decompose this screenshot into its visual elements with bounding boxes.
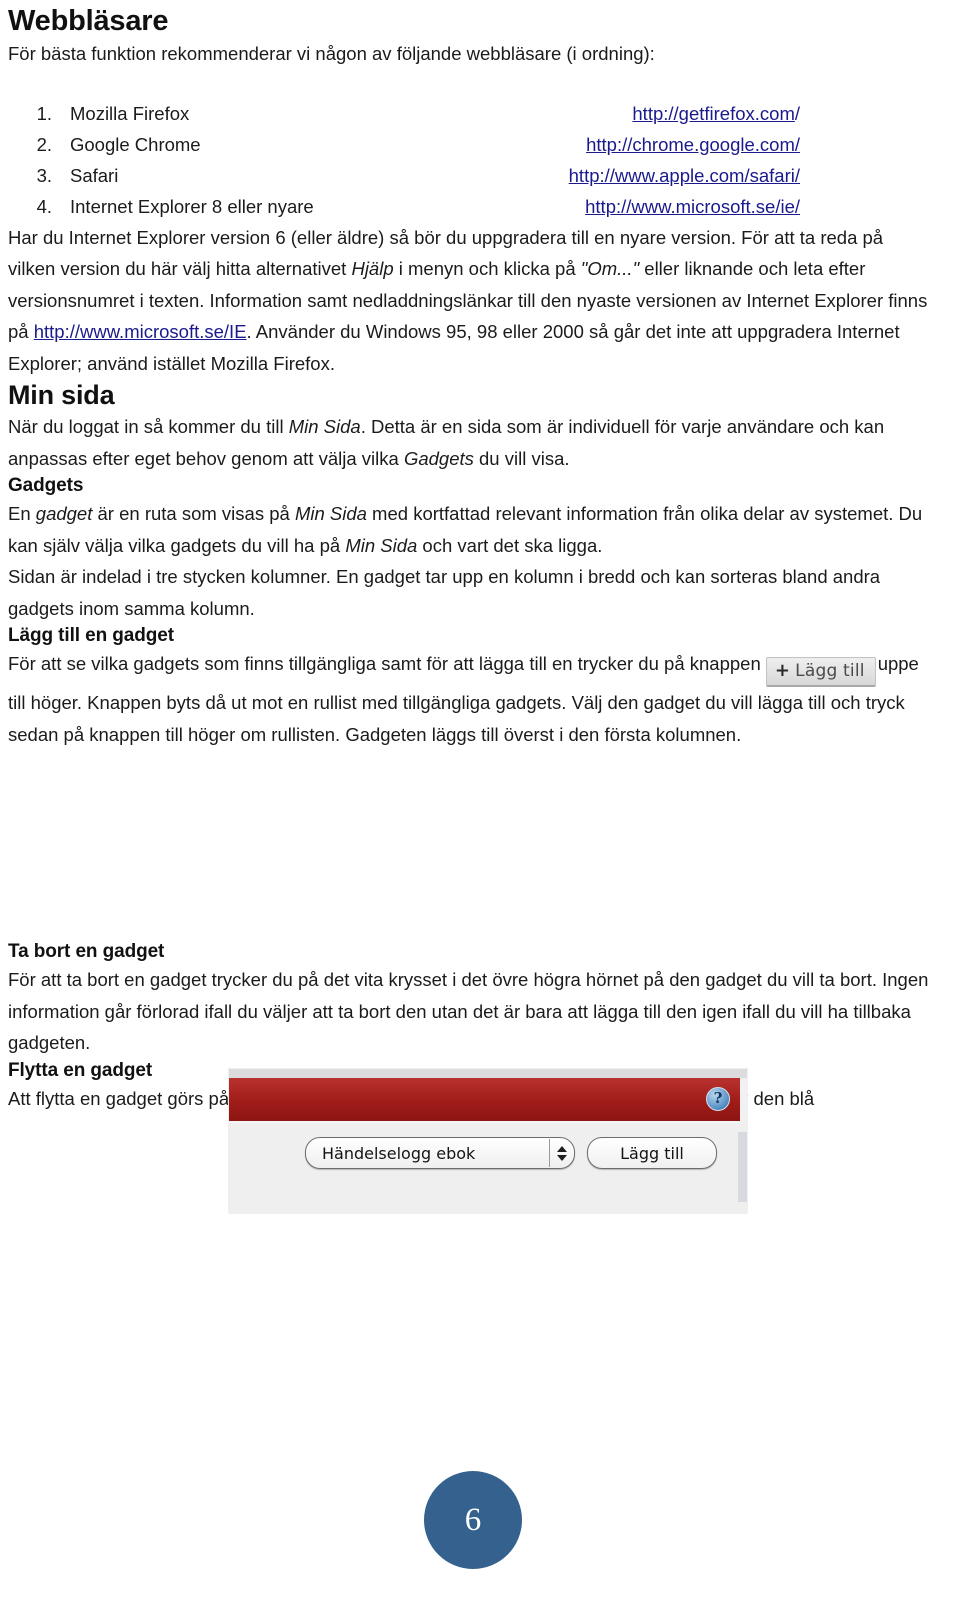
- min-sida-em-1: Min Sida: [288, 416, 361, 437]
- list-item: 4. Internet Explorer 8 eller nyare http:…: [8, 191, 930, 222]
- browser-link-ie[interactable]: http://www.microsoft.se/ie/: [585, 196, 800, 217]
- list-item: 1. Mozilla Firefox http://getfirefox.com…: [8, 98, 930, 129]
- list-item-url[interactable]: http://www.apple.com/safari/: [500, 160, 930, 191]
- list-item-label: Google Chrome: [70, 133, 201, 155]
- browsers-body-paragraph: Har du Internet Explorer version 6 (elle…: [8, 222, 930, 380]
- screenshot-titlebar: ?: [229, 1078, 740, 1123]
- list-item-number: 1.: [36, 102, 52, 124]
- browsers-para-em-om: "Om...": [580, 258, 640, 279]
- lagg-till-button-image[interactable]: + Lägg till: [765, 657, 876, 687]
- help-icon[interactable]: ?: [706, 1087, 730, 1111]
- screenshot-top-strip: [229, 1069, 747, 1078]
- gadgets-em-3: Min Sida: [345, 534, 418, 556]
- gadget-select-dropdown[interactable]: Händelselogg ebok: [305, 1137, 575, 1169]
- list-item-label: Safari: [70, 164, 119, 186]
- list-item-number: 3.: [36, 164, 52, 186]
- plus-icon: +: [774, 660, 791, 681]
- list-item-url[interactable]: http://getfirefox.com/: [500, 98, 930, 129]
- screenshot-right-edge: [738, 1132, 747, 1202]
- browser-list: 1. Mozilla Firefox http://getfirefox.com…: [8, 98, 930, 222]
- gadgets-paragraph-1: En gadget är en ruta som visas på Min Si…: [8, 498, 930, 561]
- section-heading-add-gadget: Lägg till en gadget: [8, 625, 174, 646]
- page-content: Webbläsare För bästa funktion rekommende…: [0, 0, 960, 1114]
- browsers-para-em-hjalp: Hjälp: [351, 258, 394, 279]
- list-item-label: Internet Explorer 8 eller nyare: [70, 195, 314, 217]
- page-title: Webbläsare: [8, 5, 169, 37]
- min-sida-part3: du vill visa.: [473, 447, 570, 469]
- screenshot-add-button[interactable]: Lägg till: [587, 1137, 717, 1169]
- list-item: 2. Google Chrome http://chrome.google.co…: [8, 129, 930, 160]
- gadgets-part1: En: [8, 503, 36, 524]
- gadget-selector-screenshot: ? Händelselogg ebok Lägg till: [228, 1068, 748, 1214]
- browser-link-firefox-suffix: /: [794, 102, 800, 124]
- page-number-badge: 6: [424, 1471, 522, 1569]
- stepper-arrows-icon[interactable]: [549, 1139, 574, 1167]
- chevron-up-icon: [557, 1145, 567, 1152]
- browser-link-firefox[interactable]: http://getfirefox.com: [632, 103, 794, 124]
- section-heading-min-sida: Min sida: [8, 380, 115, 410]
- list-item: 3. Safari http://www.apple.com/safari/: [8, 160, 930, 191]
- add-gadget-part1: För att se vilka gadgets som finns tillg…: [8, 653, 761, 674]
- gadgets-em-1: gadget: [35, 503, 93, 524]
- browser-link-safari[interactable]: http://www.apple.com/safari/: [569, 165, 800, 186]
- screenshot-body: Händelselogg ebok Lägg till: [229, 1123, 747, 1214]
- lagg-till-button-label: Lägg till: [795, 661, 865, 681]
- list-item-label: Mozilla Firefox: [70, 102, 190, 124]
- min-sida-em-2: Gadgets: [403, 447, 474, 469]
- add-gadget-paragraph: För att se vilka gadgets som finns tillg…: [8, 648, 930, 750]
- list-item-number: 2.: [36, 133, 52, 155]
- remove-gadget-paragraph: För att ta bort en gadget trycker du på …: [8, 969, 929, 1053]
- gadgets-part2: är en ruta som visas på: [92, 503, 295, 524]
- document-page: Webbläsare För bästa funktion rekommende…: [0, 0, 960, 1617]
- gadget-select-value: Händelselogg ebok: [322, 1143, 476, 1163]
- section-heading-remove-gadget: Ta bort en gadget: [8, 941, 165, 962]
- browsers-intro-text: För bästa funktion rekommenderar vi någo…: [8, 43, 655, 64]
- list-item-url[interactable]: http://chrome.google.com/: [500, 129, 930, 160]
- list-item-url[interactable]: http://www.microsoft.se/ie/: [500, 191, 930, 222]
- chevron-down-icon: [557, 1154, 567, 1161]
- browser-link-chrome[interactable]: http://chrome.google.com/: [586, 134, 800, 155]
- min-sida-paragraph: När du loggat in så kommer du till Min S…: [8, 411, 930, 474]
- browsers-para-part2: i menyn och klicka på: [393, 258, 581, 279]
- section-heading-gadgets: Gadgets: [8, 475, 84, 496]
- gadgets-part4: och vart det ska ligga.: [417, 534, 603, 556]
- gadgets-em-2: Min Sida: [294, 503, 367, 524]
- min-sida-part1: När du loggat in så kommer du till: [8, 416, 289, 437]
- list-item-number: 4.: [36, 195, 52, 217]
- gadgets-paragraph-2: Sidan är indelad i tre stycken kolumner.…: [8, 566, 881, 619]
- screenshot-controls-row: Händelselogg ebok Lägg till: [305, 1137, 717, 1169]
- microsoft-ie-link[interactable]: http://www.microsoft.se/IE: [34, 321, 247, 342]
